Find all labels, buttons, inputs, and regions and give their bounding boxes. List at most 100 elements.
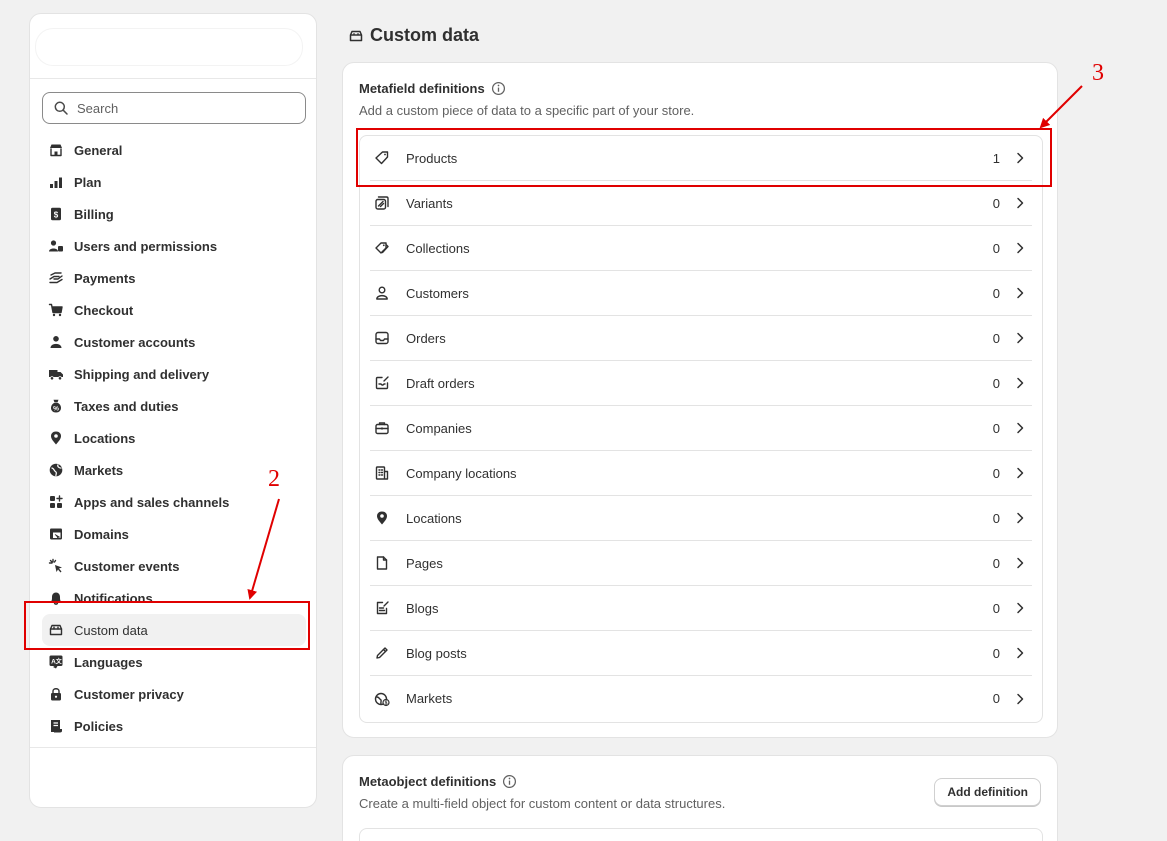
globe-dollar-icon: $ bbox=[374, 692, 390, 706]
metafield-row-blogs[interactable]: Blogs 0 bbox=[370, 586, 1032, 631]
info-icon[interactable] bbox=[502, 774, 517, 789]
metafield-row-label: Company locations bbox=[406, 465, 517, 481]
sidebar-item-shipping-and-delivery[interactable]: Shipping and delivery bbox=[42, 358, 306, 390]
sidebar-item-label: Apps and sales channels bbox=[74, 494, 230, 510]
plan-chart-icon bbox=[50, 177, 62, 188]
variant-icon bbox=[375, 196, 389, 210]
metafield-row-pages[interactable]: Pages 0 bbox=[370, 541, 1032, 586]
sidebar-divider bbox=[30, 747, 316, 748]
sidebar-item-label: Payments bbox=[74, 270, 136, 286]
sidebar-item-policies[interactable]: Policies bbox=[42, 710, 306, 742]
svg-text:%: % bbox=[53, 406, 59, 413]
metafield-row-count: 0 bbox=[992, 691, 1000, 706]
chevron-right-icon bbox=[1017, 602, 1024, 614]
metafield-row-label: Collections bbox=[406, 240, 470, 256]
metafield-row-label: Orders bbox=[406, 330, 446, 346]
globe-icon bbox=[49, 463, 63, 477]
sidebar-item-label: Customer accounts bbox=[74, 334, 196, 350]
sidebar-item-customer-events[interactable]: Customer events bbox=[42, 550, 306, 582]
sidebar-divider bbox=[30, 78, 316, 79]
metafield-row-count: 0 bbox=[992, 285, 1000, 301]
metafield-row-label: Markets bbox=[406, 691, 453, 706]
metafield-row-label: Blogs bbox=[406, 600, 439, 616]
annotation-box-custom-data bbox=[24, 601, 310, 650]
metafield-row-count: 0 bbox=[992, 600, 1000, 616]
sidebar-item-label: Taxes and duties bbox=[74, 398, 179, 414]
sidebar-item-customer-accounts[interactable]: Customer accounts bbox=[42, 326, 306, 358]
metafield-row-orders[interactable]: Orders 0 bbox=[370, 316, 1032, 361]
policy-scroll-icon bbox=[51, 720, 62, 733]
draft-order-icon bbox=[375, 376, 389, 390]
page-icon bbox=[376, 556, 388, 570]
metafield-row-companies[interactable]: Companies 0 bbox=[370, 406, 1032, 451]
metafield-row-label: Customers bbox=[406, 285, 469, 301]
chevron-right-icon bbox=[1017, 693, 1024, 704]
metafield-definitions-heading: Metafield definitions bbox=[359, 81, 506, 96]
location-pin-icon bbox=[377, 511, 387, 525]
search-field[interactable] bbox=[42, 92, 306, 124]
annotation-number-2: 2 bbox=[268, 466, 280, 492]
metafield-row-count: 0 bbox=[992, 240, 1000, 256]
metafield-definitions-subtitle: Add a custom piece of data to a specific… bbox=[359, 103, 695, 118]
annotation-box-products bbox=[356, 128, 1052, 187]
chevron-right-icon bbox=[1017, 197, 1024, 209]
chevron-right-icon bbox=[1017, 557, 1024, 569]
metafield-row-draft-orders[interactable]: Draft orders 0 bbox=[370, 361, 1032, 406]
chevron-right-icon bbox=[1017, 512, 1024, 524]
sidebar-item-label: Checkout bbox=[74, 302, 134, 318]
sidebar-item-label: Policies bbox=[74, 718, 124, 734]
sidebar-item-general[interactable]: General bbox=[42, 134, 306, 166]
metafield-row-variants[interactable]: Variants 0 bbox=[370, 181, 1032, 226]
metafield-row-count: 0 bbox=[992, 195, 1000, 211]
chevron-right-icon bbox=[1017, 242, 1024, 254]
metafield-row-locations[interactable]: Locations 0 bbox=[370, 496, 1032, 541]
sidebar-item-checkout[interactable]: Checkout bbox=[42, 294, 306, 326]
sidebar-item-payments[interactable]: Payments bbox=[42, 262, 306, 294]
info-icon[interactable] bbox=[491, 81, 506, 96]
cart-icon bbox=[48, 303, 63, 317]
metaobject-heading-text: Metaobject definitions bbox=[359, 774, 497, 789]
sidebar-item-customer-privacy[interactable]: Customer privacy bbox=[42, 678, 306, 710]
metafield-row-label: Blog posts bbox=[406, 645, 467, 661]
sidebar-item-plan[interactable]: Plan bbox=[42, 166, 306, 198]
metafield-row-label: Companies bbox=[406, 420, 472, 436]
sidebar-item-locations[interactable]: Locations bbox=[42, 422, 306, 454]
sidebar-item-label: Plan bbox=[74, 174, 102, 190]
settings-sidebar: General Plan $ Billing Users and permissions… bbox=[29, 13, 317, 808]
cursor-click-icon bbox=[48, 558, 62, 573]
metafield-row-blog-posts[interactable]: Blog posts 0 bbox=[370, 631, 1032, 676]
chevron-right-icon bbox=[1017, 422, 1024, 434]
search-input[interactable] bbox=[77, 100, 277, 116]
customer-icon bbox=[376, 286, 388, 300]
page-title-text: Custom data bbox=[370, 25, 480, 45]
annotation-number-3: 3 bbox=[1092, 60, 1104, 86]
briefcase-icon bbox=[375, 422, 389, 435]
payments-icon bbox=[49, 272, 63, 284]
settings-nav: General Plan $ Billing Users and permissions… bbox=[42, 134, 306, 742]
sidebar-item-label: Users and permissions bbox=[74, 238, 218, 254]
metafield-heading-text: Metafield definitions bbox=[359, 81, 485, 96]
chevron-right-icon bbox=[1017, 332, 1024, 344]
metafield-row-count: 0 bbox=[992, 330, 1000, 346]
sidebar-item-label: Domains bbox=[74, 526, 129, 542]
metafield-row-collections[interactable]: Collections 0 bbox=[370, 226, 1032, 271]
sidebar-item-languages[interactable]: A 文 Languages bbox=[42, 646, 306, 678]
sidebar-item-domains[interactable]: Domains bbox=[42, 518, 306, 550]
chevron-right-icon bbox=[1017, 377, 1024, 389]
sidebar-item-taxes-and-duties[interactable]: % Taxes and duties bbox=[42, 390, 306, 422]
sidebar-item-label: Markets bbox=[74, 462, 124, 478]
metafield-row-company-locations[interactable]: Company locations 0 bbox=[370, 451, 1032, 496]
metafield-row-markets[interactable]: $ Markets 0 bbox=[370, 676, 1032, 721]
sidebar-item-billing[interactable]: $ Billing bbox=[42, 198, 306, 230]
svg-text:$: $ bbox=[385, 700, 388, 706]
metaobject-definitions-heading: Metaobject definitions bbox=[359, 774, 517, 789]
domains-icon bbox=[50, 528, 62, 540]
collection-tags-icon bbox=[375, 242, 389, 254]
add-definition-button[interactable]: Add definition bbox=[934, 778, 1041, 806]
sidebar-item-label: Customer events bbox=[74, 558, 180, 574]
sidebar-item-apps-and-sales-channels[interactable]: Apps and sales channels bbox=[42, 486, 306, 518]
metafield-row-customers[interactable]: Customers 0 bbox=[370, 271, 1032, 316]
pencil-icon bbox=[376, 647, 388, 659]
sidebar-item-users-and-permissions[interactable]: Users and permissions bbox=[42, 230, 306, 262]
sidebar-item-markets[interactable]: Markets bbox=[42, 454, 306, 486]
